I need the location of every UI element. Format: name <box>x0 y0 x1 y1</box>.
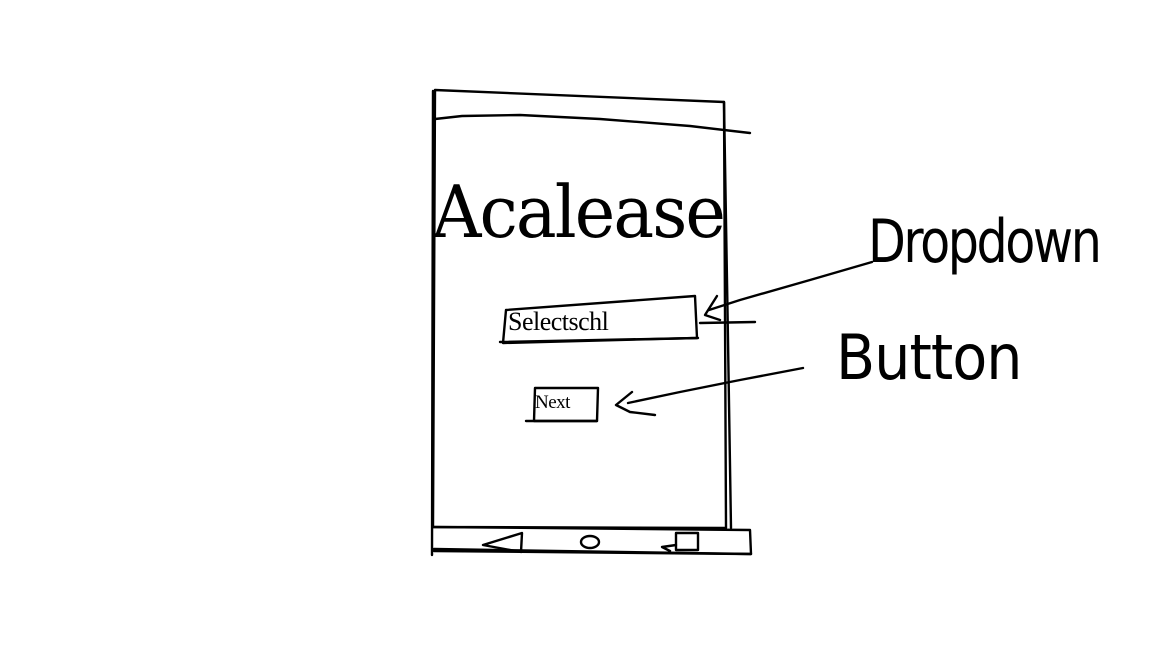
button-annotation: Button <box>836 321 1022 394</box>
button-arrow <box>614 366 805 417</box>
navigation-bar <box>431 525 753 556</box>
home-icon[interactable] <box>579 534 601 550</box>
recents-icon[interactable] <box>660 531 700 553</box>
dropdown-annotation: Dropdown <box>868 207 1102 277</box>
app-title: Acalease <box>432 170 726 254</box>
status-bar-divider <box>433 113 752 135</box>
next-button-label[interactable]: Next <box>535 393 570 412</box>
dropdown-label[interactable]: Selectschl <box>508 309 609 335</box>
